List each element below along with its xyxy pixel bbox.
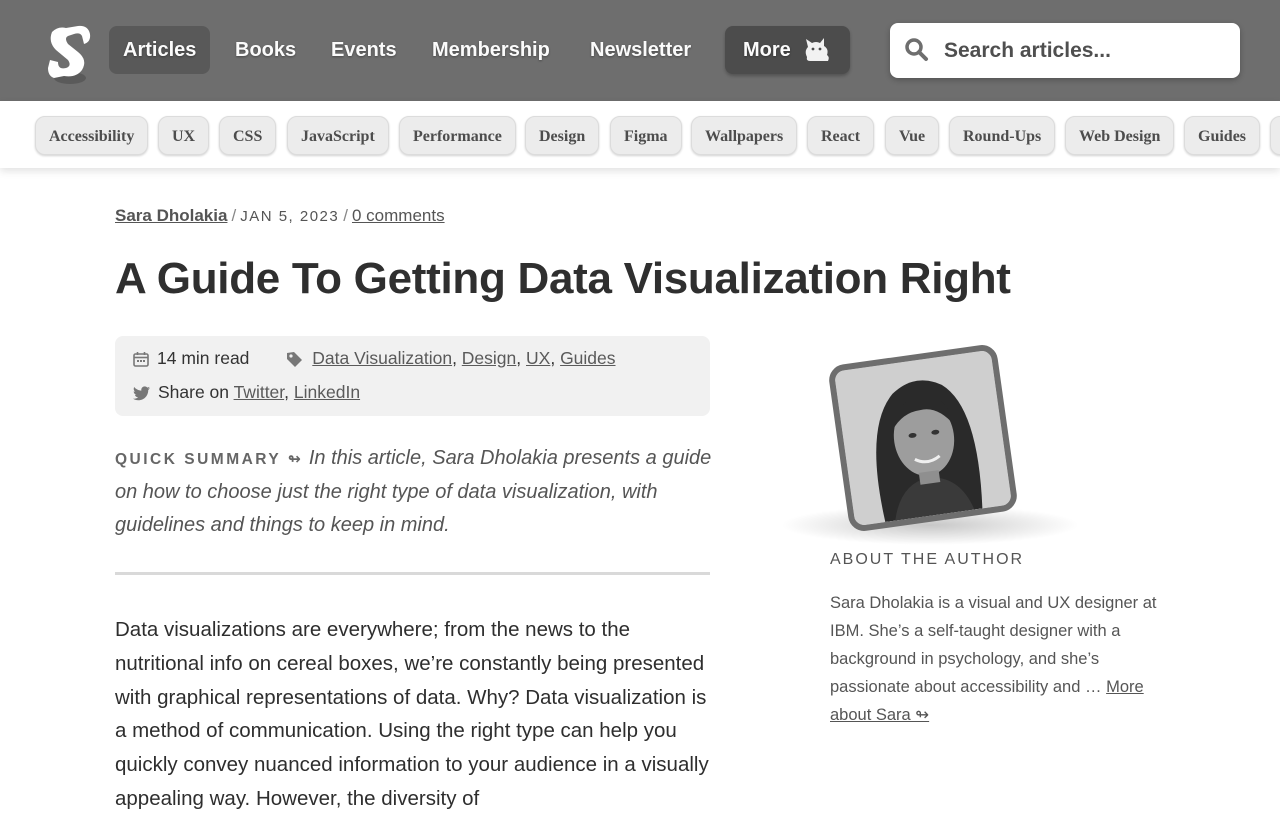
- tag-icon: [287, 352, 303, 368]
- share-linkedin-link[interactable]: LinkedIn: [294, 382, 360, 402]
- category-design[interactable]: Design: [525, 116, 600, 155]
- author-avatar[interactable]: [827, 342, 1019, 534]
- author-link[interactable]: Sara Dholakia: [115, 206, 227, 225]
- search-input[interactable]: [942, 33, 1226, 69]
- category-accessibility[interactable]: Accessibility: [35, 116, 149, 155]
- about-author-bio: Sara Dholakia is a visual and UX designe…: [830, 589, 1170, 729]
- meta-row-info: 14 min read Data Visualization, Design, …: [133, 348, 616, 369]
- quick-summary-label: QUICK SUMMARY ↬: [115, 451, 304, 468]
- category-javascript[interactable]: JavaScript: [287, 116, 389, 155]
- tag-link-design[interactable]: Design: [462, 348, 516, 368]
- comments-link[interactable]: 0 comments: [352, 206, 445, 225]
- tag-link-guides[interactable]: Guides: [560, 348, 615, 368]
- twitter-icon: [133, 386, 150, 401]
- category-bar: Accessibility UX CSS JavaScript Performa…: [0, 101, 1280, 168]
- summary-divider: [115, 572, 710, 575]
- nav-articles[interactable]: Articles: [109, 26, 211, 74]
- tag-link-ux[interactable]: UX: [526, 348, 550, 368]
- logo-icon: [48, 25, 91, 84]
- category-web-design[interactable]: Web Design: [1065, 116, 1175, 155]
- read-time: 14 min read: [157, 348, 250, 368]
- publish-date: JAN 5, 2023: [240, 208, 340, 225]
- category-react[interactable]: React: [807, 116, 875, 155]
- nav-books[interactable]: Books: [221, 26, 310, 74]
- quick-summary: QUICK SUMMARY ↬ In this article, Sara Dh…: [115, 442, 715, 542]
- author-portrait-image: [833, 349, 1013, 527]
- article-body-paragraph: Data visualizations are everywhere; from…: [115, 618, 709, 810]
- nav-newsletter[interactable]: Newsletter: [576, 26, 705, 74]
- byline-separator: /: [231, 206, 237, 225]
- byline-separator: /: [343, 206, 348, 225]
- category-css[interactable]: CSS: [219, 116, 277, 155]
- top-navigation: Articles Books Events Membership Newslet…: [0, 0, 1280, 101]
- search-icon: [905, 38, 928, 61]
- article-byline: Sara Dholakia / JAN 5, 2023/0 comments: [115, 206, 445, 226]
- nav-membership[interactable]: Membership: [418, 26, 564, 74]
- search-box[interactable]: [890, 23, 1240, 78]
- category-guides[interactable]: Guides: [1184, 116, 1261, 155]
- share-twitter-link[interactable]: Twitter: [234, 382, 285, 402]
- tag-link-data-visualization[interactable]: Data Visualization: [312, 348, 452, 368]
- article-meta-box: 14 min read Data Visualization, Design, …: [115, 336, 710, 416]
- category-figma[interactable]: Figma: [610, 116, 682, 155]
- cat-mascot-icon: [806, 37, 830, 61]
- category-vue[interactable]: Vue: [885, 116, 940, 155]
- calendar-icon: [133, 352, 149, 368]
- meta-row-share: Share on Twitter, LinkedIn: [133, 382, 360, 403]
- about-author-heading: ABOUT THE AUTHOR: [830, 551, 1025, 568]
- category-performance[interactable]: Performance: [399, 116, 516, 155]
- nav-events[interactable]: Events: [317, 26, 411, 74]
- share-prefix: Share on: [158, 382, 230, 402]
- category-ux[interactable]: UX: [158, 116, 210, 155]
- category-round-ups[interactable]: Round-Ups: [949, 116, 1056, 155]
- category-wallpapers[interactable]: Wallpapers: [691, 116, 798, 155]
- nav-more-button[interactable]: More: [725, 26, 851, 74]
- article-title: A Guide To Getting Data Visualization Ri…: [115, 254, 1011, 303]
- category-overflow-pill[interactable]: [1270, 116, 1280, 155]
- site-logo[interactable]: [44, 22, 96, 84]
- nav-more-label: More: [743, 39, 791, 61]
